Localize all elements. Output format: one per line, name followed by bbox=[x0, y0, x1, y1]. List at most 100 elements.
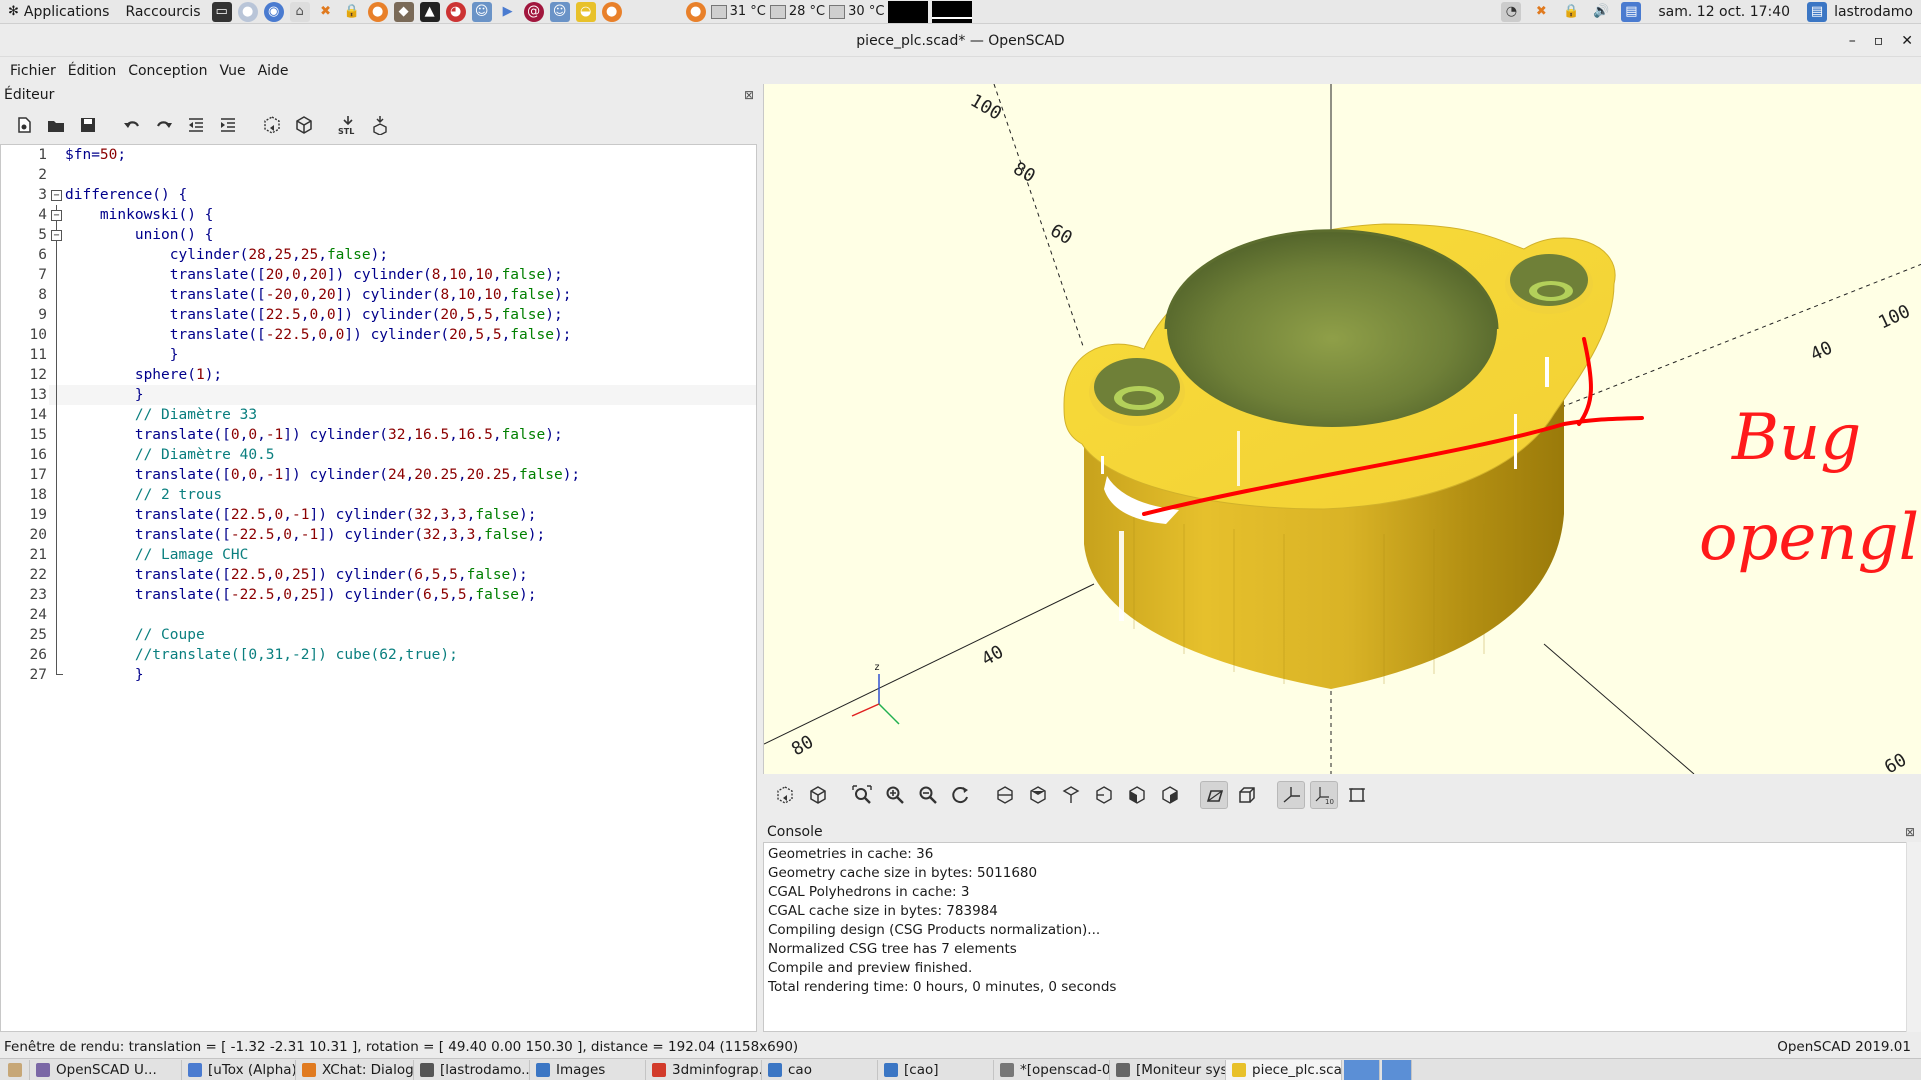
network-icon[interactable]: ▤ bbox=[1621, 1, 1642, 22]
taskbar-item[interactable]: piece_plc.sca... bbox=[1226, 1059, 1342, 1080]
fold-toggle-icon[interactable]: − bbox=[51, 210, 62, 221]
code-line[interactable]: 18 // 2 trous bbox=[1, 485, 756, 505]
code-line[interactable]: 3− difference() { bbox=[1, 185, 756, 205]
code-line[interactable]: 15 translate([0,0,-1]) cylinder(32,16.5,… bbox=[1, 425, 756, 445]
indent-icon[interactable] bbox=[214, 111, 242, 139]
print-3d-icon[interactable] bbox=[366, 111, 394, 139]
code-editor[interactable]: 1 $fn=50; 2 3− difference() {4− minkowski() … bbox=[0, 144, 757, 1032]
zoom-in-icon[interactable] bbox=[881, 781, 909, 809]
xchat-icon[interactable]: ✖ bbox=[316, 2, 336, 22]
clock[interactable]: sam. 12 oct. 17:40 bbox=[1658, 4, 1790, 20]
code-line[interactable]: 4− minkowski() { bbox=[1, 205, 756, 225]
shortcuts-menu[interactable]: Raccourcis bbox=[117, 0, 208, 24]
robot-icon[interactable]: ☺ bbox=[471, 1, 492, 22]
color-wheel-icon[interactable]: ◕ bbox=[445, 1, 466, 22]
workspace-switcher[interactable] bbox=[1344, 1059, 1380, 1080]
debian-icon[interactable]: @ bbox=[523, 1, 544, 22]
web-browser-icon[interactable]: ● bbox=[237, 1, 258, 22]
code-line[interactable]: 7 translate([20,0,20]) cylinder(8,10,10,… bbox=[1, 265, 756, 285]
firefox-icon-3[interactable]: ● bbox=[685, 1, 706, 22]
lock-tray-icon[interactable]: 🔒 bbox=[1561, 2, 1581, 22]
code-line[interactable]: 5− union() { bbox=[1, 225, 756, 245]
code-line[interactable]: 22 translate([22.5,0,25]) cylinder(6,5,5… bbox=[1, 565, 756, 585]
maximize-button[interactable]: ▫ bbox=[1874, 33, 1884, 49]
code-line[interactable]: 12 sphere(1); bbox=[1, 365, 756, 385]
view-right-icon[interactable] bbox=[991, 781, 1019, 809]
code-line[interactable]: 13 } bbox=[1, 385, 756, 405]
fold-toggle-icon[interactable]: − bbox=[51, 230, 62, 241]
cat-icon[interactable]: ◒ bbox=[575, 1, 596, 22]
applications-menu[interactable]: ✻ Applications bbox=[0, 0, 117, 24]
volume-icon[interactable]: 🔊 bbox=[1591, 2, 1611, 22]
code-line[interactable]: 20 translate([-22.5,0,-1]) cylinder(32,3… bbox=[1, 525, 756, 545]
taskbar-item[interactable]: [Moniteur sys... bbox=[1110, 1059, 1226, 1080]
cpu-graph[interactable] bbox=[888, 0, 929, 23]
code-line[interactable]: 17 translate([0,0,-1]) cylinder(24,20.25… bbox=[1, 465, 756, 485]
minimize-button[interactable]: – bbox=[1849, 33, 1856, 49]
fold-gutter[interactable]: − bbox=[49, 185, 63, 205]
close-window-button[interactable]: ✕ bbox=[1901, 33, 1913, 49]
firefox-icon-2[interactable]: ● bbox=[601, 1, 622, 22]
code-line[interactable]: 8 translate([-20,0,20]) cylinder(8,10,10… bbox=[1, 285, 756, 305]
render-icon[interactable] bbox=[804, 781, 832, 809]
menu-edit[interactable]: Édition bbox=[62, 63, 122, 79]
console-output[interactable]: Geometries in cache: 36 Geometry cache si… bbox=[763, 842, 1915, 1032]
lock-icon[interactable]: 🔒 bbox=[342, 2, 362, 22]
code-line[interactable]: 1 $fn=50; bbox=[1, 145, 756, 165]
unindent-icon[interactable] bbox=[182, 111, 210, 139]
taskbar-item[interactable]: XChat: Dialog... bbox=[296, 1059, 414, 1080]
taskbar-item[interactable]: [lastrodamo... bbox=[414, 1059, 530, 1080]
editor-close-button[interactable]: ⊠ bbox=[744, 88, 754, 102]
export-stl-icon[interactable]: STL bbox=[334, 111, 362, 139]
firefox-icon[interactable]: ● bbox=[367, 1, 388, 22]
user-name[interactable]: lastrodamo bbox=[1834, 4, 1913, 20]
orthogonal-icon[interactable] bbox=[1233, 781, 1261, 809]
show-desktop-button[interactable] bbox=[0, 1059, 30, 1080]
robot-icon-2[interactable]: ☺ bbox=[549, 1, 570, 22]
taskbar-item[interactable]: [uTox (Alpha) ... bbox=[182, 1059, 296, 1080]
new-file-icon[interactable] bbox=[10, 111, 38, 139]
home-icon[interactable]: ⌂ bbox=[289, 1, 310, 22]
show-edges-icon[interactable] bbox=[1343, 781, 1371, 809]
show-axes-icon[interactable] bbox=[1277, 781, 1305, 809]
inkscape-icon[interactable]: ▲ bbox=[419, 1, 440, 22]
view-back-icon[interactable] bbox=[1156, 781, 1184, 809]
undo-icon[interactable] bbox=[118, 111, 146, 139]
3d-viewport[interactable]: 100 80 60 40 80 100 40 60 Bug opengl z bbox=[763, 84, 1921, 774]
code-line[interactable]: 24 bbox=[1, 605, 756, 625]
code-line[interactable]: 10 translate([-22.5,0,0]) cylinder(20,5,… bbox=[1, 325, 756, 345]
reset-view-icon[interactable] bbox=[947, 781, 975, 809]
taskbar-item[interactable]: cao bbox=[762, 1059, 878, 1080]
code-line[interactable]: 19 translate([22.5,0,-1]) cylinder(32,3,… bbox=[1, 505, 756, 525]
network-graph[interactable] bbox=[932, 0, 973, 23]
taskbar-item[interactable]: *[openscad-0... bbox=[994, 1059, 1110, 1080]
menu-file[interactable]: Fichier bbox=[4, 63, 62, 79]
zoom-out-icon[interactable] bbox=[914, 781, 942, 809]
preview-icon[interactable] bbox=[258, 111, 286, 139]
view-front-icon[interactable] bbox=[1123, 781, 1151, 809]
taskbar-item[interactable]: [cao] bbox=[878, 1059, 994, 1080]
taskbar-item[interactable]: Images bbox=[530, 1059, 646, 1080]
fold-gutter[interactable]: − bbox=[49, 225, 63, 245]
fold-gutter[interactable]: − bbox=[49, 205, 63, 225]
xchat-tray-icon[interactable]: ✖ bbox=[1531, 2, 1551, 22]
view-all-icon[interactable] bbox=[848, 781, 876, 809]
view-top-icon[interactable] bbox=[1024, 781, 1052, 809]
code-line[interactable]: 26 //translate([0,31,-2]) cube(62,true); bbox=[1, 645, 756, 665]
console-scrollbar[interactable] bbox=[1906, 842, 1921, 1032]
code-line[interactable]: 27 } bbox=[1, 665, 756, 685]
save-icon[interactable] bbox=[74, 111, 102, 139]
view-bottom-icon[interactable] bbox=[1057, 781, 1085, 809]
code-line[interactable]: 23 translate([-22.5,0,25]) cylinder(6,5,… bbox=[1, 585, 756, 605]
render-icon[interactable] bbox=[290, 111, 318, 139]
taskbar-item[interactable]: 3dminfograp... bbox=[646, 1059, 762, 1080]
preview-icon[interactable] bbox=[771, 781, 799, 809]
code-line[interactable]: 2 bbox=[1, 165, 756, 185]
code-line[interactable]: 11 } bbox=[1, 345, 756, 365]
view-left-icon[interactable] bbox=[1090, 781, 1118, 809]
terminal-icon[interactable]: ▭ bbox=[211, 1, 232, 22]
chromium-icon[interactable]: ◉ bbox=[263, 1, 284, 22]
window-titlebar[interactable]: piece_plc.scad* — OpenSCAD – ▫ ✕ bbox=[0, 25, 1921, 57]
redo-icon[interactable] bbox=[150, 111, 178, 139]
code-line[interactable]: 16 // Diamètre 40.5 bbox=[1, 445, 756, 465]
